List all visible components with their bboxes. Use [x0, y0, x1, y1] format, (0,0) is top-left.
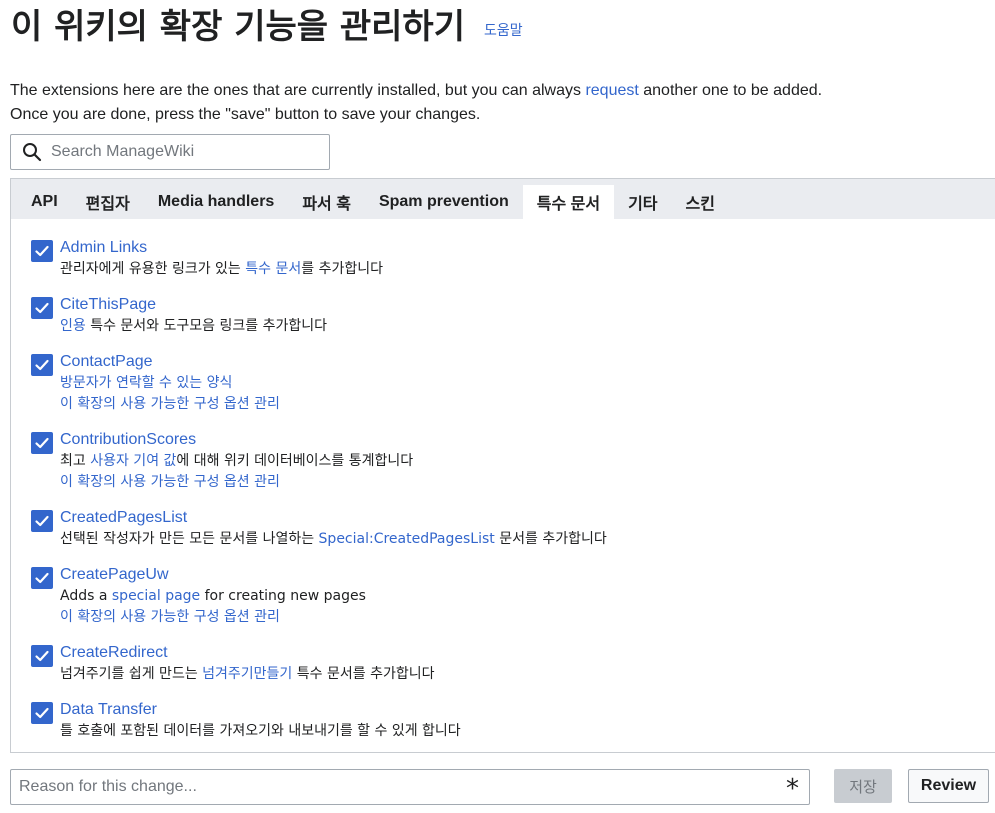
- description-text: 문서를 추가합니다: [494, 531, 607, 547]
- extension-checkbox[interactable]: [31, 297, 53, 319]
- page-header: 이 위키의 확장 기능을 관리하기 도움말: [11, 4, 523, 50]
- help-link[interactable]: 도움말: [484, 20, 523, 40]
- extension-item: CreatedPagesList 선택된 작성자가 만든 모든 문서를 나열하는 …: [31, 507, 971, 550]
- extension-name-link[interactable]: CreateRedirect: [60, 642, 971, 664]
- extension-description: 방문자가 연락할 수 있는 양식: [60, 373, 971, 394]
- tab-7[interactable]: 스킨: [672, 185, 729, 219]
- extension-checkbox[interactable]: [31, 510, 53, 532]
- checkmark-icon: [35, 437, 49, 449]
- description-link[interactable]: special page: [112, 588, 200, 604]
- reason-field[interactable]: *: [10, 769, 810, 805]
- tab-3[interactable]: 파서 훅: [288, 185, 365, 219]
- extension-description: 인용 특수 문서와 도구모음 링크를 추가합니다: [60, 316, 971, 337]
- extension-name-link[interactable]: Admin Links: [60, 237, 971, 259]
- extension-item: Data Transfer 틀 호출에 포함된 데이터를 가져오기와 내보내기를 …: [31, 699, 971, 742]
- checkmark-icon: [35, 359, 49, 371]
- description-link[interactable]: 인용: [60, 318, 86, 334]
- description-link[interactable]: 넘겨주기만들기: [202, 666, 292, 682]
- extension-list: Admin Links 관리자에게 유용한 링크가 있는 특수 문서를 추가합니다…: [31, 237, 971, 752]
- description-text: 특수 문서를 추가합니다: [292, 666, 435, 682]
- intro-line-1-before: The extensions here are the ones that ar…: [10, 82, 586, 99]
- tab-6[interactable]: 기타: [614, 185, 671, 219]
- intro-text: The extensions here are the ones that ar…: [10, 79, 822, 127]
- tab-bar: API 편집자 Media handlers 파서 훅 Spam prevention 특…: [11, 179, 995, 219]
- tab-4[interactable]: Spam prevention: [365, 185, 523, 219]
- request-link[interactable]: request: [585, 82, 638, 99]
- extension-name-link[interactable]: Data Transfer: [60, 699, 971, 721]
- tab-5[interactable]: 특수 문서: [522, 185, 615, 219]
- search-input[interactable]: [51, 143, 311, 161]
- description-text: 틀 호출에 포함된 데이터를 가져오기와 내보내기를 할 수 있게 합니다: [60, 723, 461, 739]
- extension-checkbox[interactable]: [31, 567, 53, 589]
- description-link[interactable]: 사용자 기여 값: [90, 453, 176, 469]
- extension-name-link[interactable]: ContactPage: [60, 351, 971, 373]
- extension-item: CiteThisPage 인용 특수 문서와 도구모음 링크를 추가합니다: [31, 294, 971, 337]
- tab-2[interactable]: Media handlers: [144, 185, 288, 219]
- extension-description: 관리자에게 유용한 링크가 있는 특수 문서를 추가합니다: [60, 259, 971, 280]
- intro-line-1: The extensions here are the ones that ar…: [10, 79, 822, 103]
- checkmark-icon: [35, 302, 49, 314]
- save-button[interactable]: 저장: [834, 769, 892, 803]
- checkmark-icon: [35, 572, 49, 584]
- extension-checkbox[interactable]: [31, 702, 53, 724]
- extension-description: 틀 호출에 포함된 데이터를 가져오기와 내보내기를 할 수 있게 합니다: [60, 721, 971, 742]
- description-text: 관리자에게 유용한 링크가 있는: [60, 261, 246, 277]
- description-text: 를 추가합니다: [301, 261, 383, 277]
- required-asterisk-icon: *: [786, 774, 799, 804]
- tab-1[interactable]: 편집자: [72, 185, 144, 219]
- extension-name-link[interactable]: ContributionScores: [60, 429, 971, 451]
- description-text: Adds a: [60, 588, 112, 604]
- extension-description: 선택된 작성자가 만든 모든 문서를 나열하는 Special:CreatedP…: [60, 529, 971, 550]
- extension-item: ContributionScores 최고 사용자 기여 값에 대해 위키 데이터…: [31, 429, 971, 493]
- intro-line-2: Once you are done, press the "save" butt…: [10, 106, 481, 123]
- review-button[interactable]: Review: [908, 769, 989, 803]
- tab-0[interactable]: API: [17, 185, 72, 219]
- config-options-link[interactable]: 이 확장의 사용 가능한 구성 옵션 관리: [60, 607, 971, 628]
- extension-checkbox[interactable]: [31, 240, 53, 262]
- checkmark-icon: [35, 707, 49, 719]
- description-text: 특수 문서와 도구모음 링크를 추가합니다: [85, 318, 327, 334]
- checkmark-icon: [35, 245, 49, 257]
- checkmark-icon: [35, 650, 49, 662]
- extension-checkbox[interactable]: [31, 432, 53, 454]
- description-text: 선택된 작성자가 만든 모든 문서를 나열하는: [60, 531, 319, 547]
- search-box[interactable]: [10, 134, 330, 170]
- extensions-panel: API 편집자 Media handlers 파서 훅 Spam prevention 특…: [10, 178, 995, 753]
- extension-name-link[interactable]: CreatedPagesList: [60, 507, 971, 529]
- extension-name-link[interactable]: CiteThisPage: [60, 294, 971, 316]
- extension-description: 최고 사용자 기여 값에 대해 위키 데이터베이스를 통계합니다: [60, 451, 971, 472]
- extension-checkbox[interactable]: [31, 354, 53, 376]
- extension-name-link[interactable]: CreatePageUw: [60, 564, 971, 586]
- extension-item: CreateRedirect 넘겨주기를 쉽게 만드는 넘겨주기만들기 특수 문서…: [31, 642, 971, 685]
- extension-item: CreatePageUw Adds a special page for crea…: [31, 564, 971, 628]
- extension-item: Admin Links 관리자에게 유용한 링크가 있는 특수 문서를 추가합니다: [31, 237, 971, 280]
- description-text: 에 대해 위키 데이터베이스를 통계합니다: [176, 453, 414, 469]
- description-link[interactable]: 특수 문서: [245, 261, 301, 277]
- description-text: for creating new pages: [200, 588, 366, 604]
- extension-checkbox[interactable]: [31, 645, 53, 667]
- description-link[interactable]: Special:CreatedPagesList: [319, 531, 495, 547]
- checkmark-icon: [35, 515, 49, 527]
- extension-item: ContactPage 방문자가 연락할 수 있는 양식이 확장의 사용 가능한 …: [31, 351, 971, 415]
- search-icon: [21, 141, 43, 163]
- config-options-link[interactable]: 이 확장의 사용 가능한 구성 옵션 관리: [60, 394, 971, 415]
- reason-input[interactable]: [19, 778, 759, 796]
- description-text: 최고: [60, 453, 91, 469]
- extension-description: Adds a special page for creating new pag…: [60, 586, 971, 607]
- description-text: 넘겨주기를 쉽게 만드는: [60, 666, 203, 682]
- config-options-link[interactable]: 이 확장의 사용 가능한 구성 옵션 관리: [60, 472, 971, 493]
- description-link[interactable]: 방문자가 연락할 수 있는 양식: [60, 375, 232, 391]
- intro-line-1-after: another one to be added.: [638, 82, 823, 99]
- extension-description: 넘겨주기를 쉽게 만드는 넘겨주기만들기 특수 문서를 추가합니다: [60, 664, 971, 685]
- page-title: 이 위키의 확장 기능을 관리하기: [11, 7, 465, 47]
